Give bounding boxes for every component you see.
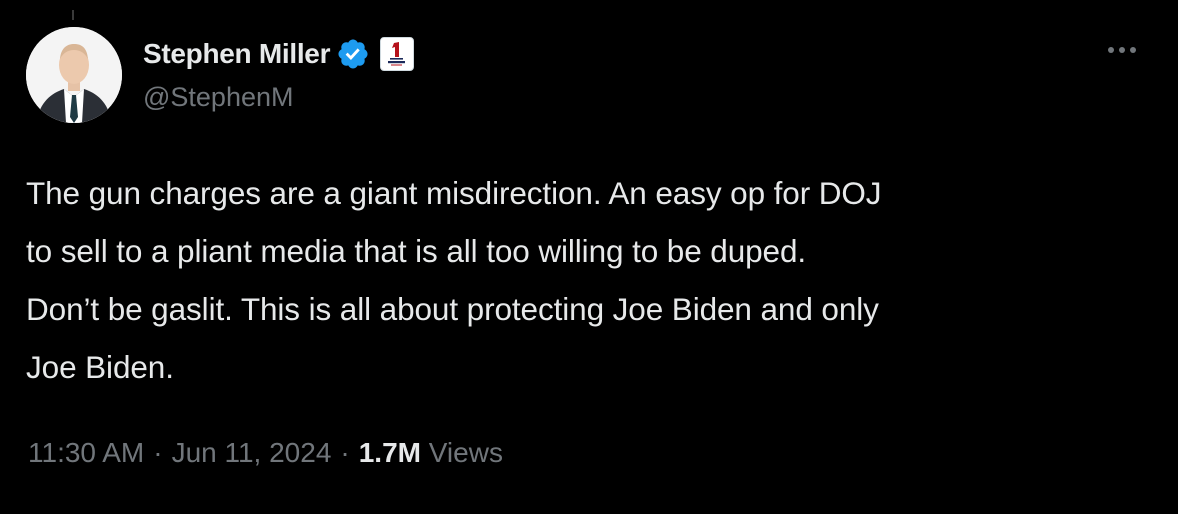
more-horizontal-icon: [1108, 47, 1136, 53]
meta-separator: ·: [340, 437, 350, 468]
tweet-meta: 11:30 AM · Jun 11, 2024 · 1.7M Views: [28, 431, 503, 475]
views-label: Views: [428, 437, 503, 468]
user-handle[interactable]: @StephenM: [143, 82, 294, 113]
name-row: Stephen Miller: [143, 34, 415, 74]
views-count[interactable]: 1.7M: [359, 437, 421, 468]
tweet-text: The gun charges are a giant misdirection…: [26, 175, 882, 385]
avatar-image: [26, 27, 122, 123]
avatar[interactable]: [26, 27, 122, 123]
top-divider-mark: [72, 10, 74, 20]
display-name[interactable]: Stephen Miller: [143, 38, 330, 70]
tweet-time[interactable]: 11:30 AM: [28, 437, 144, 468]
tweet-card: Stephen Miller @StephenM The gun charges…: [0, 0, 1178, 514]
tweet-date[interactable]: Jun 11, 2024: [172, 437, 332, 468]
meta-separator: ·: [153, 437, 163, 468]
more-options-button[interactable]: [1098, 36, 1146, 64]
verified-checkmark-icon[interactable]: [336, 37, 370, 71]
america-first-badge-icon[interactable]: [380, 37, 415, 71]
